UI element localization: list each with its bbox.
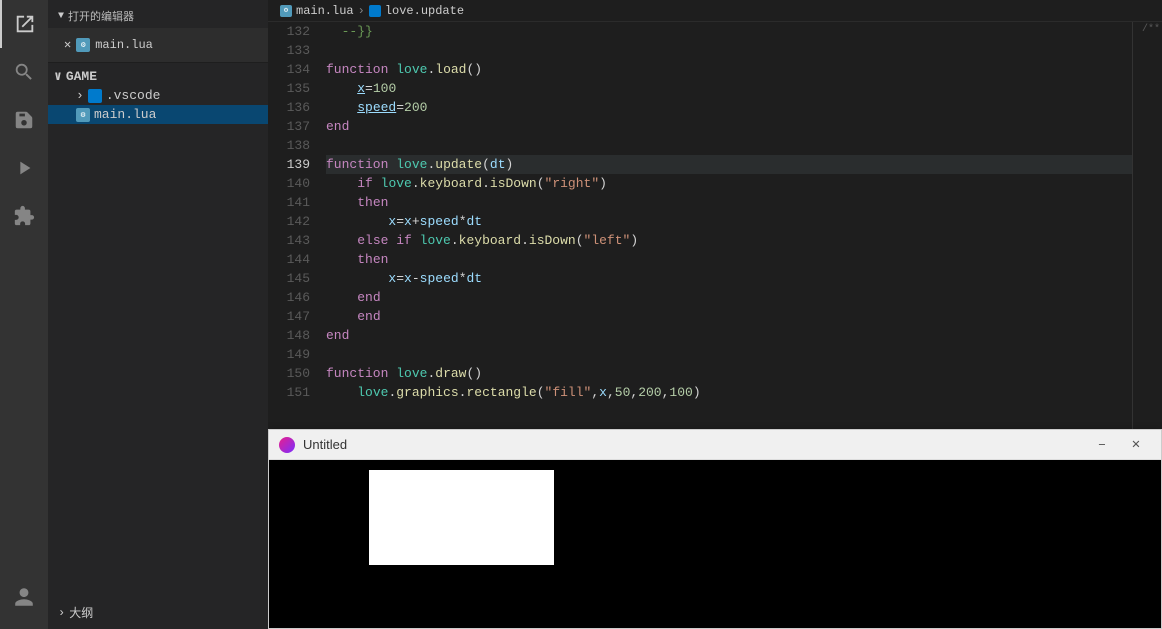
- minimize-button[interactable]: –: [1087, 435, 1117, 455]
- line-num-136: 136: [268, 98, 310, 117]
- chevron-down-icon: ∨: [54, 69, 62, 84]
- account-icon[interactable]: [0, 573, 48, 621]
- code-line-145: x=x-speed*dt: [326, 269, 1132, 288]
- vscode-folder-label: .vscode: [106, 88, 161, 103]
- line-num-141: 141: [268, 193, 310, 212]
- code-line-151: love.graphics.rectangle("fill",x,50,200,…: [326, 383, 1132, 402]
- code-line-149: [326, 345, 1132, 364]
- line-num-144: 144: [268, 250, 310, 269]
- code-line-133: [326, 41, 1132, 60]
- outline-section[interactable]: › 大纲: [48, 596, 268, 629]
- close-button[interactable]: ✕: [1121, 435, 1151, 455]
- code-line-134: function love.load(): [326, 60, 1132, 79]
- popup-content: [269, 460, 1161, 628]
- open-editors-label: 打开的编辑器: [68, 8, 134, 24]
- popup-window: Untitled – ✕: [268, 429, 1162, 629]
- line-num-138: 138: [268, 136, 310, 155]
- extensions-icon[interactable]: [0, 192, 48, 240]
- chevron-right-icon: ›: [76, 88, 84, 103]
- breadcrumb-file-icon: ⚙: [280, 5, 292, 17]
- code-line-140: if love.keyboard.isDown("right"): [326, 174, 1132, 193]
- vscode-folder-icon: [88, 89, 102, 103]
- line-num-133: 133: [268, 41, 310, 60]
- close-icon[interactable]: ✕: [64, 37, 71, 52]
- comment-hint: /**: [1142, 24, 1160, 35]
- open-editors-tab-bar: ✕ ⚙ main.lua: [48, 28, 268, 63]
- minimize-icon: –: [1098, 437, 1106, 453]
- popup-controls: – ✕: [1087, 435, 1151, 455]
- line-num-140: 140: [268, 174, 310, 193]
- code-line-138: [326, 136, 1132, 155]
- git-icon[interactable]: [0, 96, 48, 144]
- line-num-146: 146: [268, 288, 310, 307]
- chevron-right-icon: ›: [58, 606, 65, 620]
- breadcrumb-file: main.lua: [296, 4, 354, 18]
- breadcrumb-symbol-icon: [369, 5, 381, 17]
- explorer-tree: ∨ GAME › .vscode ⚙ main.lua: [48, 63, 268, 596]
- line-num-134: 134: [268, 60, 310, 79]
- line-num-145: 145: [268, 269, 310, 288]
- code-line-139: function love.update(dt): [326, 155, 1132, 174]
- code-line-143: else if love.keyboard.isDown("left"): [326, 231, 1132, 250]
- line-num-135: 135: [268, 79, 310, 98]
- line-num-137: 137: [268, 117, 310, 136]
- code-line-135: x=100: [326, 79, 1132, 98]
- vscode-folder-item[interactable]: › .vscode: [48, 86, 268, 105]
- lua-file-icon: ⚙: [76, 38, 90, 52]
- code-line-142: x=x+speed*dt: [326, 212, 1132, 231]
- sidebar: ▼ 打开的编辑器 ✕ ⚙ main.lua ∨ GAME › .vscode ⚙…: [48, 0, 268, 629]
- code-line-146: end: [326, 288, 1132, 307]
- line-num-150: 150: [268, 364, 310, 383]
- line-num-148: 148: [268, 326, 310, 345]
- popup-titlebar: Untitled – ✕: [269, 430, 1161, 460]
- game-folder-header[interactable]: ∨ GAME: [48, 67, 268, 86]
- main-lua-item[interactable]: ⚙ main.lua: [48, 105, 268, 124]
- love-icon: [279, 437, 295, 453]
- line-num-151: 151: [268, 383, 310, 402]
- code-line-150: function love.draw(): [326, 364, 1132, 383]
- run-icon[interactable]: [0, 144, 48, 192]
- popup-title-left: Untitled: [279, 437, 347, 453]
- code-line-141: then: [326, 193, 1132, 212]
- search-icon[interactable]: [0, 48, 48, 96]
- explorer-icon[interactable]: [0, 0, 48, 48]
- open-editor-filename: main.lua: [95, 38, 153, 52]
- code-line-148: end: [326, 326, 1132, 345]
- line-num-142: 142: [268, 212, 310, 231]
- lua-icon: ⚙: [76, 108, 90, 122]
- breadcrumb-symbol: love.update: [385, 4, 464, 18]
- code-line-144: then: [326, 250, 1132, 269]
- line-num-143: 143: [268, 231, 310, 250]
- code-line-132: --}}: [326, 22, 1132, 41]
- open-editors-header[interactable]: ▼ 打开的编辑器: [48, 0, 268, 28]
- code-line-147: end: [326, 307, 1132, 326]
- popup-title: Untitled: [303, 437, 347, 452]
- game-label: GAME: [66, 69, 97, 84]
- line-num-147: 147: [268, 307, 310, 326]
- outline-label: 大纲: [69, 604, 93, 621]
- code-line-137: end: [326, 117, 1132, 136]
- activity-bar: [0, 0, 48, 629]
- line-num-139: 139: [268, 155, 310, 174]
- main-lua-label: main.lua: [94, 107, 156, 122]
- breadcrumb-sep: ›: [358, 4, 365, 18]
- editor-area: ⚙ main.lua › love.update 132 133 134 135…: [268, 0, 1162, 629]
- code-line-136: speed=200: [326, 98, 1132, 117]
- line-num-149: 149: [268, 345, 310, 364]
- line-num-132: 132: [268, 22, 310, 41]
- close-icon: ✕: [1132, 436, 1140, 453]
- open-editor-tab[interactable]: ✕ ⚙ main.lua: [56, 28, 161, 63]
- breadcrumb: ⚙ main.lua › love.update: [268, 0, 1162, 22]
- chevron-down-icon: ▼: [58, 11, 64, 22]
- game-rectangle: [369, 470, 554, 565]
